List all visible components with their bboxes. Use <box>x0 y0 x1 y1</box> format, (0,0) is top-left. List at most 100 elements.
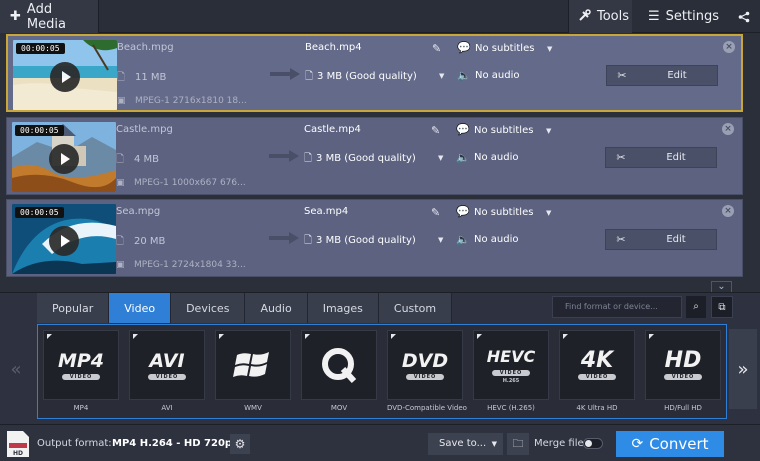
tools-button[interactable]: Tools <box>568 0 632 33</box>
tab-devices[interactable]: Devices <box>171 293 246 323</box>
audio-dropdown[interactable]: No audio <box>475 70 520 81</box>
output-file-name[interactable]: Beach.mp4 <box>305 42 362 53</box>
remove-file-icon[interactable]: × <box>722 123 734 135</box>
rename-pencil-icon[interactable]: ✎ <box>432 42 441 55</box>
edit-button[interactable]: ✂ Edit <box>605 229 717 250</box>
video-tag: VIDEO <box>147 373 187 380</box>
output-quality-dropdown[interactable]: 🗋 3 MB (Good quality) <box>305 69 417 86</box>
audio-dropdown[interactable]: No audio <box>474 234 519 245</box>
chevron-down-icon[interactable]: ▼ <box>438 236 443 244</box>
format-tile <box>301 330 377 400</box>
edit-label: Edit <box>666 152 686 163</box>
play-icon[interactable] <box>49 144 79 174</box>
file-row[interactable]: 00:00:05 Sea.mpg 🗋 20 MB ▣ MPEG-1 2724x180… <box>6 199 743 277</box>
h265-tag: H.265 <box>502 377 520 384</box>
scroll-right-icon[interactable]: » <box>729 329 757 409</box>
video-tag: VIDEO <box>663 373 703 380</box>
subtitles-dropdown[interactable]: No subtitles <box>474 125 533 136</box>
chevron-down-icon[interactable]: ▼ <box>438 154 443 162</box>
file-icon: 🗋 <box>116 154 125 165</box>
format-avi[interactable]: AVI VIDEO AVI <box>129 330 205 418</box>
tab-custom[interactable]: Custom <box>378 293 453 323</box>
refresh-icon: ⟳ <box>631 436 644 452</box>
format-wmv[interactable]: WMV <box>215 330 291 418</box>
source-size: 🗋 4 MB <box>116 152 159 169</box>
subtitles-dropdown[interactable]: No subtitles <box>474 207 533 218</box>
convert-arrow-icon <box>270 68 300 80</box>
output-file-name[interactable]: Castle.mp4 <box>304 124 361 135</box>
tools-icon <box>579 8 591 25</box>
video-thumbnail[interactable]: 00:00:05 <box>12 122 116 192</box>
save-to-button[interactable]: Save to... ▼ <box>428 433 503 455</box>
scissors-icon: ✂ <box>616 151 626 164</box>
rename-pencil-icon[interactable]: ✎ <box>431 206 440 219</box>
source-codec: ▣ MPEG-1 2724x1804 33... <box>116 260 246 270</box>
hevc-logo-icon: HEVC <box>486 346 536 366</box>
tab-images[interactable]: Images <box>307 293 379 323</box>
tab-popular[interactable]: Popular <box>37 293 110 323</box>
audio-icon: 🔈 <box>456 233 470 246</box>
format-tile <box>215 330 291 400</box>
tab-audio[interactable]: Audio <box>245 293 308 323</box>
detect-device-icon[interactable]: ⧉ <box>711 296 733 318</box>
toolbar: ✚ Add Media Tools ☰ Settings <box>0 0 760 33</box>
file-row[interactable]: 00:00:05 Castle.mpg 🗋 4 MB ▣ MPEG-1 1000x6… <box>6 117 743 195</box>
convert-arrow-icon <box>269 232 299 244</box>
format-caption: MP4 <box>73 404 89 412</box>
merge-files-toggle[interactable] <box>583 438 603 449</box>
chevron-down-icon[interactable]: ▼ <box>546 127 551 135</box>
share-button[interactable] <box>728 0 760 33</box>
4k-logo-icon: 4K <box>580 347 614 373</box>
avi-logo-icon: AVI <box>149 349 185 372</box>
edit-button[interactable]: ✂ Edit <box>606 65 718 86</box>
gear-icon[interactable]: ⚙ <box>230 434 250 454</box>
add-media-button[interactable]: ✚ Add Media <box>0 0 99 33</box>
audio-icon: 🔈 <box>457 69 471 82</box>
edit-button[interactable]: ✂ Edit <box>605 147 717 168</box>
video-tag: VIDEO <box>577 373 617 380</box>
film-icon: ▣ <box>116 178 125 188</box>
chevron-down-icon[interactable]: ▼ <box>439 72 444 80</box>
file-row[interactable]: 00:00:05 Beach.mpg 🗋 11 MB ▣ MPEG-1 2716x1… <box>6 34 743 112</box>
video-thumbnail[interactable]: 00:00:05 <box>13 40 117 110</box>
output-quality-dropdown[interactable]: 🗋 3 MB (Good quality) <box>304 151 416 168</box>
format-mov[interactable]: MOV <box>301 330 377 418</box>
output-format-value[interactable]: MP4 H.264 - HD 720p <box>112 438 232 449</box>
bottom-bar: HD Output format: MP4 H.264 - HD 720p ⚙ … <box>0 424 760 461</box>
format-dvd[interactable]: DVD VIDEO DVD-Compatible Video <box>387 330 467 418</box>
tab-video[interactable]: Video <box>109 293 172 323</box>
remove-file-icon[interactable]: × <box>723 41 735 53</box>
collapse-panel-icon[interactable]: ⌄ <box>711 281 732 292</box>
rename-pencil-icon[interactable]: ✎ <box>431 124 440 137</box>
format-search-input[interactable]: Find format or device... <box>552 296 682 318</box>
format-caption: HEVC (H.265) <box>487 404 535 412</box>
convert-button[interactable]: ⟳ Convert <box>616 431 724 457</box>
format-mp4[interactable]: MP4 VIDEO MP4 <box>43 330 119 418</box>
video-thumbnail[interactable]: 00:00:05 <box>12 204 116 274</box>
scroll-left-icon[interactable]: « <box>2 329 30 409</box>
format-caption: MOV <box>330 404 348 412</box>
chevron-down-icon[interactable]: ▼ <box>546 209 551 217</box>
play-icon[interactable] <box>50 62 80 92</box>
audio-dropdown[interactable]: No audio <box>474 152 519 163</box>
output-file-name[interactable]: Sea.mp4 <box>304 206 348 217</box>
settings-button[interactable]: ☰ Settings <box>638 0 724 33</box>
chevron-down-icon[interactable]: ▼ <box>547 45 552 53</box>
file-icon: 🗋 <box>304 235 313 246</box>
play-icon[interactable] <box>49 226 79 256</box>
output-format-icon: HD <box>7 431 29 457</box>
format-hd[interactable]: HD VIDEO HD/Full HD <box>645 330 721 418</box>
format-caption: AVI <box>161 404 173 412</box>
source-codec: ▣ MPEG-1 1000x667 676... <box>116 178 246 188</box>
output-quality-dropdown[interactable]: 🗋 3 MB (Good quality) <box>304 233 416 250</box>
file-icon: 🗋 <box>304 153 313 164</box>
format-hevc[interactable]: HEVC VIDEO H.265 HEVC (H.265) <box>473 330 549 418</box>
folder-icon[interactable]: 🗀 <box>507 433 529 455</box>
remove-file-icon[interactable]: × <box>722 205 734 217</box>
format-4k[interactable]: 4K VIDEO 4K Ultra HD <box>559 330 635 418</box>
svg-text:HD: HD <box>13 450 23 457</box>
save-to-label: Save to... <box>439 438 487 449</box>
format-tile: HD VIDEO <box>645 330 721 400</box>
subtitles-dropdown[interactable]: No subtitles <box>475 43 534 54</box>
search-icon[interactable]: ⌕ <box>686 296 706 318</box>
